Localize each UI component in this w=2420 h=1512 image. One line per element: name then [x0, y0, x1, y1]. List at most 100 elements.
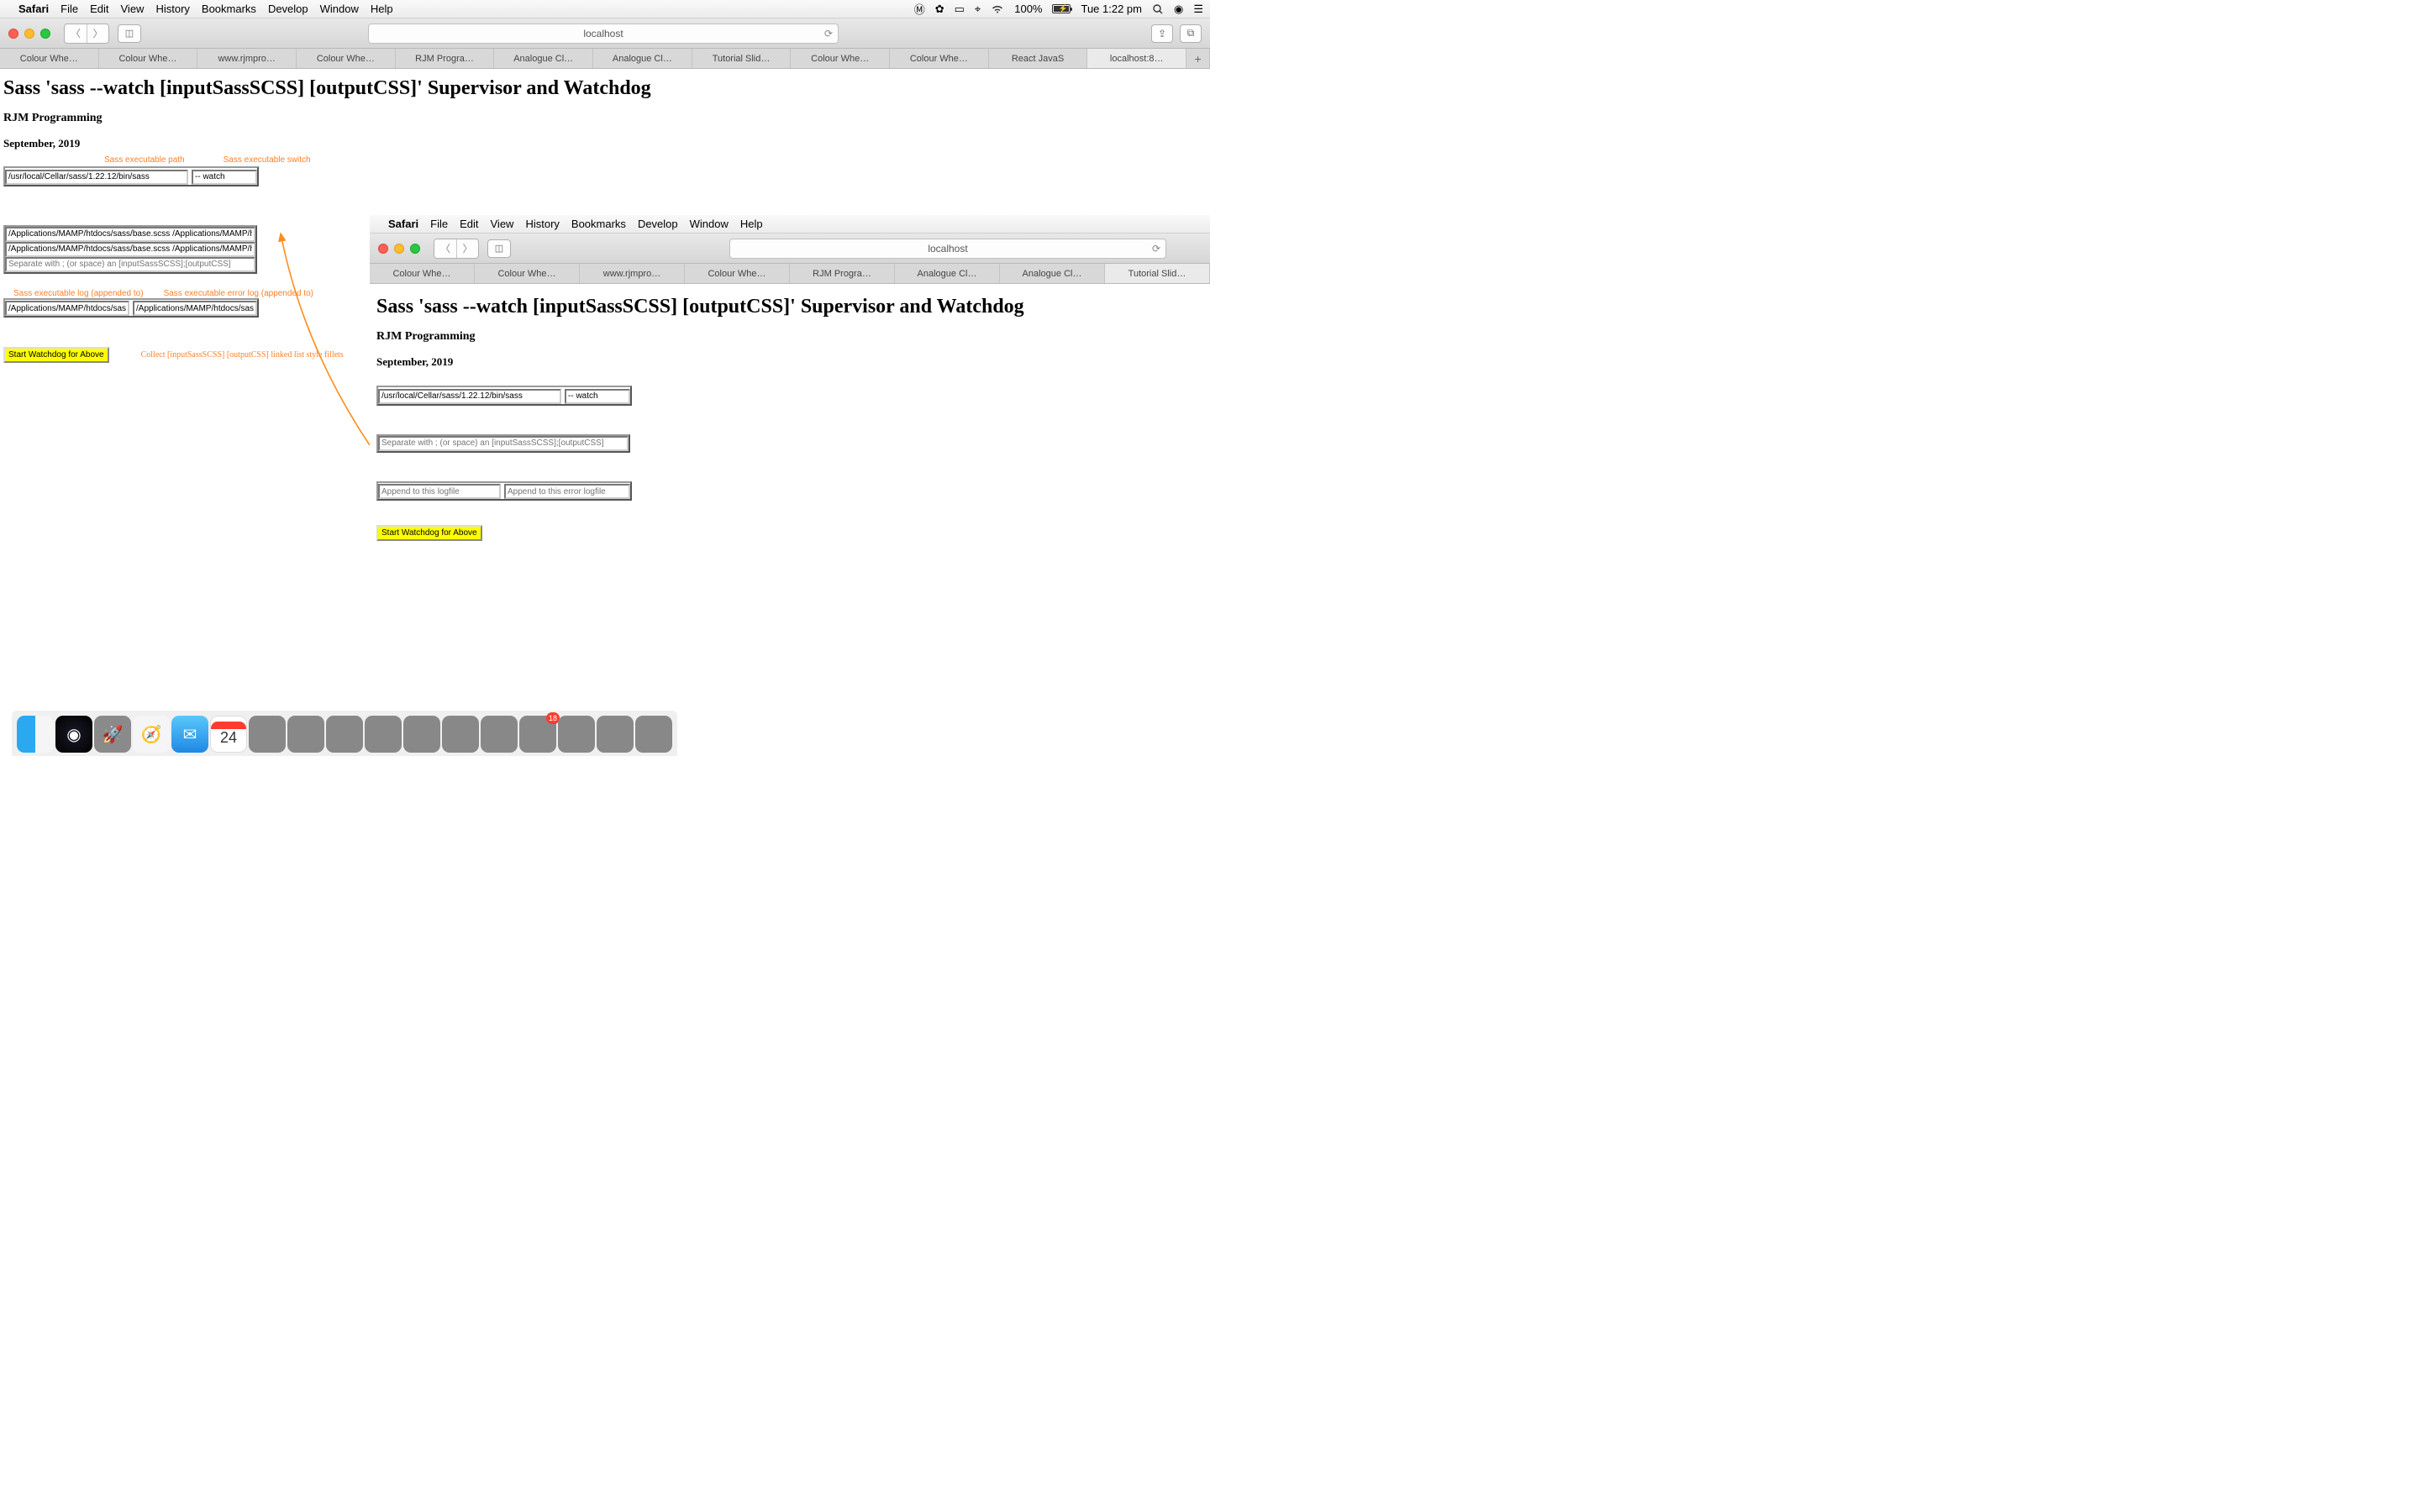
start-watchdog-button[interactable]: Start Watchdog for Above [376, 525, 482, 541]
dock-app-icon[interactable] [558, 716, 595, 753]
menu-bookmarks[interactable]: Bookmarks [571, 218, 626, 230]
menu-history[interactable]: History [525, 218, 559, 230]
menu-file[interactable]: File [430, 218, 448, 230]
browser-tab[interactable]: Colour Whe… [297, 49, 396, 68]
sass-switch-input[interactable] [565, 389, 630, 404]
dock-app-icon[interactable]: 18 [519, 716, 556, 753]
back-button[interactable]: 〈 [65, 24, 87, 43]
browser-tab[interactable]: www.rjmpro… [580, 264, 685, 283]
menu-help[interactable]: Help [740, 218, 763, 230]
browser-tab-active[interactable]: Tutorial Slid… [1105, 264, 1210, 283]
browser-tab[interactable]: Colour Whe… [791, 49, 890, 68]
dock-calendar-icon[interactable]: 24 [210, 716, 247, 753]
browser-tab[interactable]: Analogue Cl… [593, 49, 692, 68]
sass-path-input[interactable] [378, 389, 561, 404]
menu-develop[interactable]: Develop [268, 3, 308, 15]
dock-siri-icon[interactable]: ◉ [55, 716, 92, 753]
reload-icon[interactable]: ⟳ [824, 28, 833, 39]
dock-app-icon[interactable] [403, 716, 440, 753]
errlog-input[interactable] [133, 301, 257, 316]
battery-icon[interactable]: ⚡ [1052, 4, 1071, 13]
scss-row-placeholder[interactable] [378, 436, 629, 451]
display-icon[interactable]: ▭ [955, 3, 965, 16]
menu-history[interactable]: History [155, 3, 189, 15]
scss-row-input[interactable] [5, 242, 255, 257]
browser-tab[interactable]: Analogue Cl… [895, 264, 1000, 283]
reload-icon[interactable]: ⟳ [1152, 243, 1160, 255]
dock-app-icon[interactable] [365, 716, 402, 753]
zoom-window-button[interactable] [410, 244, 420, 254]
malwarebytes-icon[interactable]: Ⓜ [914, 1, 925, 17]
share-button[interactable]: ⇪ [1151, 24, 1173, 43]
errlog-input[interactable] [504, 484, 630, 499]
browser-tab[interactable]: RJM Progra… [790, 264, 895, 283]
scss-row-input[interactable] [5, 227, 255, 242]
browser-tab[interactable]: Tutorial Slid… [692, 49, 792, 68]
browser-tab[interactable]: Colour Whe… [370, 264, 475, 283]
sidebar-toggle-button[interactable]: ◫ [118, 24, 141, 43]
app-menu[interactable]: Safari [18, 3, 49, 15]
menu-edit[interactable]: Edit [90, 3, 108, 15]
close-window-button[interactable] [8, 29, 18, 39]
browser-tab[interactable]: Colour Whe… [99, 49, 198, 68]
scss-row-placeholder[interactable] [5, 257, 255, 272]
app-menu[interactable]: Safari [388, 218, 418, 230]
start-watchdog-button[interactable]: Start Watchdog for Above [3, 347, 109, 363]
browser-tab[interactable]: Colour Whe… [685, 264, 790, 283]
sidebar-toggle-button[interactable]: ◫ [487, 239, 511, 258]
browser-tab[interactable]: Colour Whe… [890, 49, 989, 68]
browser-tab[interactable]: Colour Whe… [0, 49, 99, 68]
dock-mail-icon[interactable]: ✉ [171, 716, 208, 753]
dock-app-icon[interactable] [481, 716, 518, 753]
menu-view[interactable]: View [121, 3, 145, 15]
browser-tab[interactable]: Analogue Cl… [1000, 264, 1105, 283]
bluetooth-icon[interactable]: ⌖ [975, 3, 981, 16]
tabs-button[interactable]: ⧉ [1180, 24, 1202, 43]
dock-finder-icon[interactable] [17, 716, 54, 753]
dock-app-icon[interactable] [635, 716, 672, 753]
menu-bookmarks[interactable]: Bookmarks [202, 3, 256, 15]
dock-app-icon[interactable] [597, 716, 634, 753]
close-window-button[interactable] [378, 244, 388, 254]
menu-view[interactable]: View [491, 218, 514, 230]
browser-tab[interactable]: React JavaS [989, 49, 1088, 68]
dock-app-icon[interactable] [287, 716, 324, 753]
browser-tab[interactable]: RJM Progra… [396, 49, 495, 68]
sass-switch-input[interactable] [192, 170, 257, 185]
spotlight-icon[interactable] [1152, 3, 1164, 15]
minimize-window-button[interactable] [24, 29, 34, 39]
browser-tab[interactable]: Colour Whe… [475, 264, 580, 283]
new-tab-button[interactable]: + [1186, 49, 1210, 68]
menu-window[interactable]: Window [320, 3, 359, 15]
browser-tab-active[interactable]: localhost:8… [1087, 49, 1186, 68]
sass-path-input[interactable] [5, 170, 188, 185]
dock-app-icon[interactable] [249, 716, 286, 753]
collect-link[interactable]: Collect [inputSassSCSS] [outputCSS] link… [141, 350, 344, 360]
address-bar[interactable]: localhost ⟳ [729, 239, 1166, 259]
clock[interactable]: Tue 1:22 pm [1081, 3, 1142, 15]
zoom-window-button[interactable] [40, 29, 50, 39]
minimize-window-button[interactable] [394, 244, 404, 254]
dock-app-icon[interactable] [326, 716, 363, 753]
siri-icon[interactable]: ◉ [1174, 3, 1183, 16]
dock-app-icon[interactable] [442, 716, 479, 753]
menu-help[interactable]: Help [371, 3, 393, 15]
menu-develop[interactable]: Develop [638, 218, 678, 230]
dock-safari-icon[interactable]: 🧭 [133, 716, 170, 753]
forward-button[interactable]: 〉 [87, 24, 108, 43]
address-bar[interactable]: localhost ⟳ [368, 24, 839, 44]
log-input[interactable] [378, 484, 501, 499]
back-button[interactable]: 〈 [434, 239, 456, 258]
browser-tab[interactable]: Analogue Cl… [494, 49, 593, 68]
scss-list-group [3, 225, 257, 274]
menu-window[interactable]: Window [690, 218, 729, 230]
notification-center-icon[interactable]: ☰ [1193, 3, 1203, 16]
browser-tab[interactable]: www.rjmpro… [197, 49, 297, 68]
dock-launchpad-icon[interactable]: 🚀 [94, 716, 131, 753]
wifi-icon[interactable] [991, 4, 1004, 14]
menu-edit[interactable]: Edit [460, 218, 478, 230]
status-icon[interactable]: ✿ [935, 3, 944, 16]
forward-button[interactable]: 〉 [456, 239, 478, 258]
log-input[interactable] [5, 301, 129, 316]
menu-file[interactable]: File [60, 3, 78, 15]
